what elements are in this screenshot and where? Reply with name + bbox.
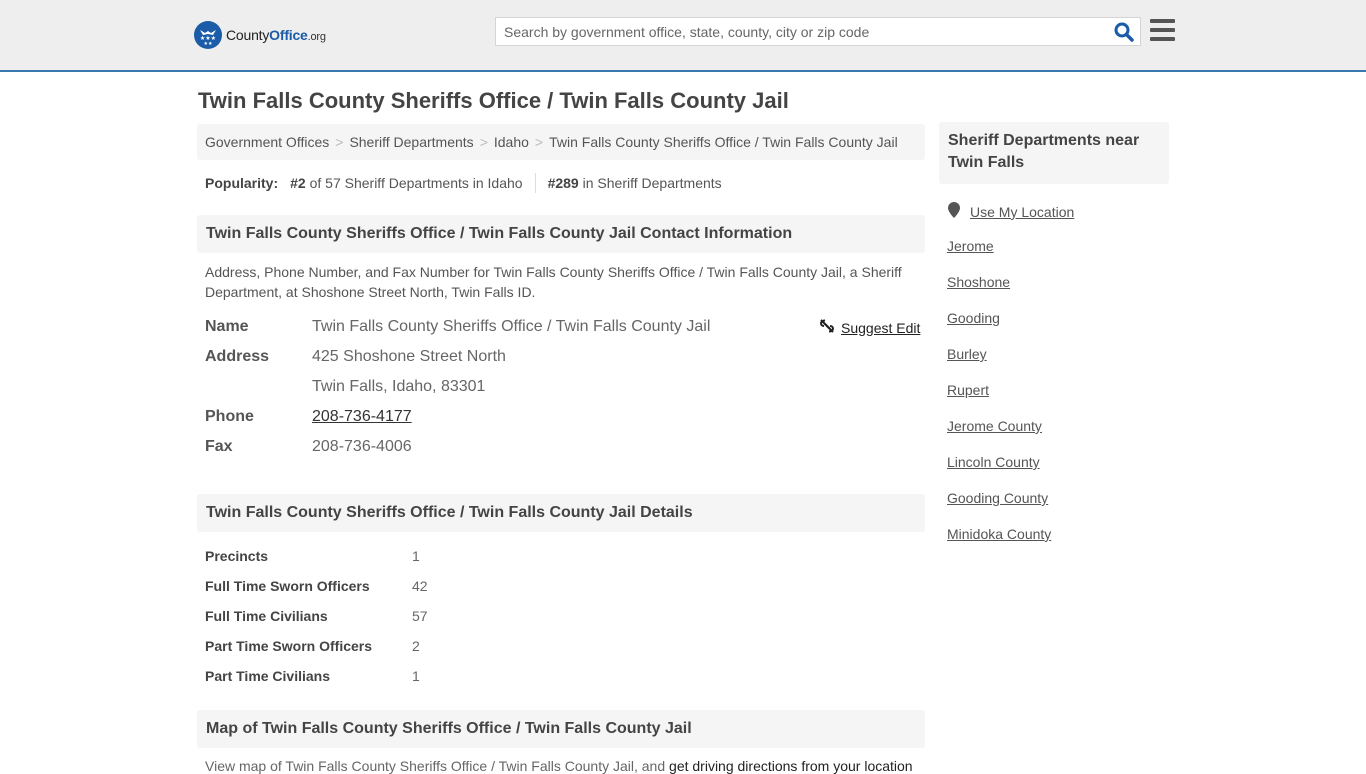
suggest-edit-link[interactable]: Suggest Edit	[841, 320, 920, 336]
details-section-header: Twin Falls County Sheriffs Office / Twin…	[197, 494, 925, 532]
name-label: Name	[205, 318, 249, 335]
sidebar-link-rupert[interactable]: Rupert	[947, 382, 989, 398]
driving-directions-link[interactable]: get driving directions from your locatio…	[669, 758, 913, 774]
national-rank-text: in Sheriff Departments	[582, 175, 722, 191]
detail-value: 42	[412, 578, 428, 594]
detail-label: Precincts	[205, 548, 269, 564]
map-pin-icon	[948, 202, 960, 221]
detail-value: 1	[412, 668, 420, 684]
state-rank-text: of 57 Sheriff Departments in Idaho	[309, 175, 523, 191]
name-row: Name Twin Falls County Sheriffs Office /…	[205, 318, 710, 336]
breadcrumb-government-offices[interactable]: Government Offices	[205, 134, 329, 150]
name-value: Twin Falls County Sheriffs Office / Twin…	[312, 318, 711, 335]
address-label: Address	[205, 348, 270, 365]
eagle-stars-icon: ★★★ ★★	[194, 21, 222, 49]
state-rank: #2	[290, 175, 306, 191]
logo-text: CountyOffice.org	[226, 27, 326, 43]
detail-row: Full Time Sworn Officers 42	[205, 578, 428, 594]
use-my-location-link[interactable]: Use My Location	[970, 204, 1074, 220]
fax-label: Fax	[205, 438, 233, 455]
phone-link[interactable]: 208-736-4177	[312, 408, 412, 425]
page-title: Twin Falls County Sheriffs Office / Twin…	[198, 88, 789, 113]
sidebar-link-shoshone[interactable]: Shoshone	[947, 274, 1010, 290]
top-bar: ★★★ ★★ CountyOffice.org	[0, 0, 1366, 72]
divider	[534, 173, 536, 193]
detail-row: Full Time Civilians 57	[205, 608, 428, 624]
address-row-2: Twin Falls, Idaho, 83301	[205, 378, 485, 396]
popularity: Popularity: #2 of 57 Sheriff Departments…	[205, 173, 722, 193]
hamburger-menu-icon[interactable]	[1150, 19, 1175, 41]
detail-value: 1	[412, 548, 420, 564]
address-line1: 425 Shoshone Street North	[312, 348, 506, 365]
breadcrumb-separator: >	[335, 134, 344, 150]
address-line2: Twin Falls, Idaho, 83301	[312, 378, 486, 395]
detail-label: Part Time Sworn Officers	[205, 638, 373, 654]
detail-value: 2	[412, 638, 420, 654]
breadcrumb-sheriff-departments[interactable]: Sheriff Departments	[349, 134, 473, 150]
sidebar-link-jerome-county[interactable]: Jerome County	[947, 418, 1042, 434]
search-bar	[495, 17, 1141, 46]
phone-row: Phone 208-736-4177	[205, 408, 412, 426]
contact-description: Address, Phone Number, and Fax Number fo…	[205, 264, 902, 300]
address-row: Address 425 Shoshone Street North	[205, 348, 506, 366]
search-input[interactable]	[496, 18, 1096, 45]
popularity-label: Popularity:	[205, 175, 279, 191]
sidebar-link-burley[interactable]: Burley	[947, 346, 987, 362]
breadcrumb-current: Twin Falls County Sheriffs Office / Twin…	[549, 134, 898, 150]
sidebar-link-lincoln-county[interactable]: Lincoln County	[947, 454, 1040, 470]
sidebar-link-minidoka-county[interactable]: Minidoka County	[947, 526, 1051, 542]
detail-label: Full Time Sworn Officers	[205, 578, 370, 594]
detail-label: Part Time Civilians	[205, 668, 331, 684]
use-my-location[interactable]: Use My Location	[948, 202, 1074, 221]
phone-label: Phone	[205, 408, 254, 425]
suggest-edit-button[interactable]: Suggest Edit	[819, 318, 920, 337]
detail-label: Full Time Civilians	[205, 608, 328, 624]
detail-row: Precincts 1	[205, 548, 420, 564]
sidebar-link-jerome[interactable]: Jerome	[947, 238, 994, 254]
breadcrumb-separator: >	[534, 134, 544, 150]
svg-text:★★: ★★	[204, 41, 213, 46]
sidebar-link-gooding[interactable]: Gooding	[947, 310, 1000, 326]
site-logo[interactable]: ★★★ ★★ CountyOffice.org	[194, 21, 326, 49]
breadcrumb-separator: >	[479, 134, 488, 150]
broken-link-icon	[819, 318, 835, 337]
map-section-header: Map of Twin Falls County Sheriffs Office…	[197, 710, 925, 748]
map-description: View map of Twin Falls County Sheriffs O…	[205, 758, 913, 774]
national-rank: #289	[547, 175, 579, 191]
fax-row: Fax 208-736-4006	[205, 438, 412, 456]
detail-value: 57	[412, 608, 428, 624]
sidebar-title: Sheriff Departments near Twin Falls	[939, 122, 1169, 184]
search-icon[interactable]	[1114, 22, 1134, 42]
detail-row: Part Time Civilians 1	[205, 668, 420, 684]
contact-section-header: Twin Falls County Sheriffs Office / Twin…	[197, 215, 925, 253]
fax-value: 208-736-4006	[312, 438, 412, 455]
detail-row: Part Time Sworn Officers 2	[205, 638, 420, 654]
breadcrumb-idaho[interactable]: Idaho	[494, 134, 529, 150]
sidebar-link-gooding-county[interactable]: Gooding County	[947, 490, 1048, 506]
breadcrumb: Government Offices > Sheriff Departments > I…	[197, 124, 925, 160]
